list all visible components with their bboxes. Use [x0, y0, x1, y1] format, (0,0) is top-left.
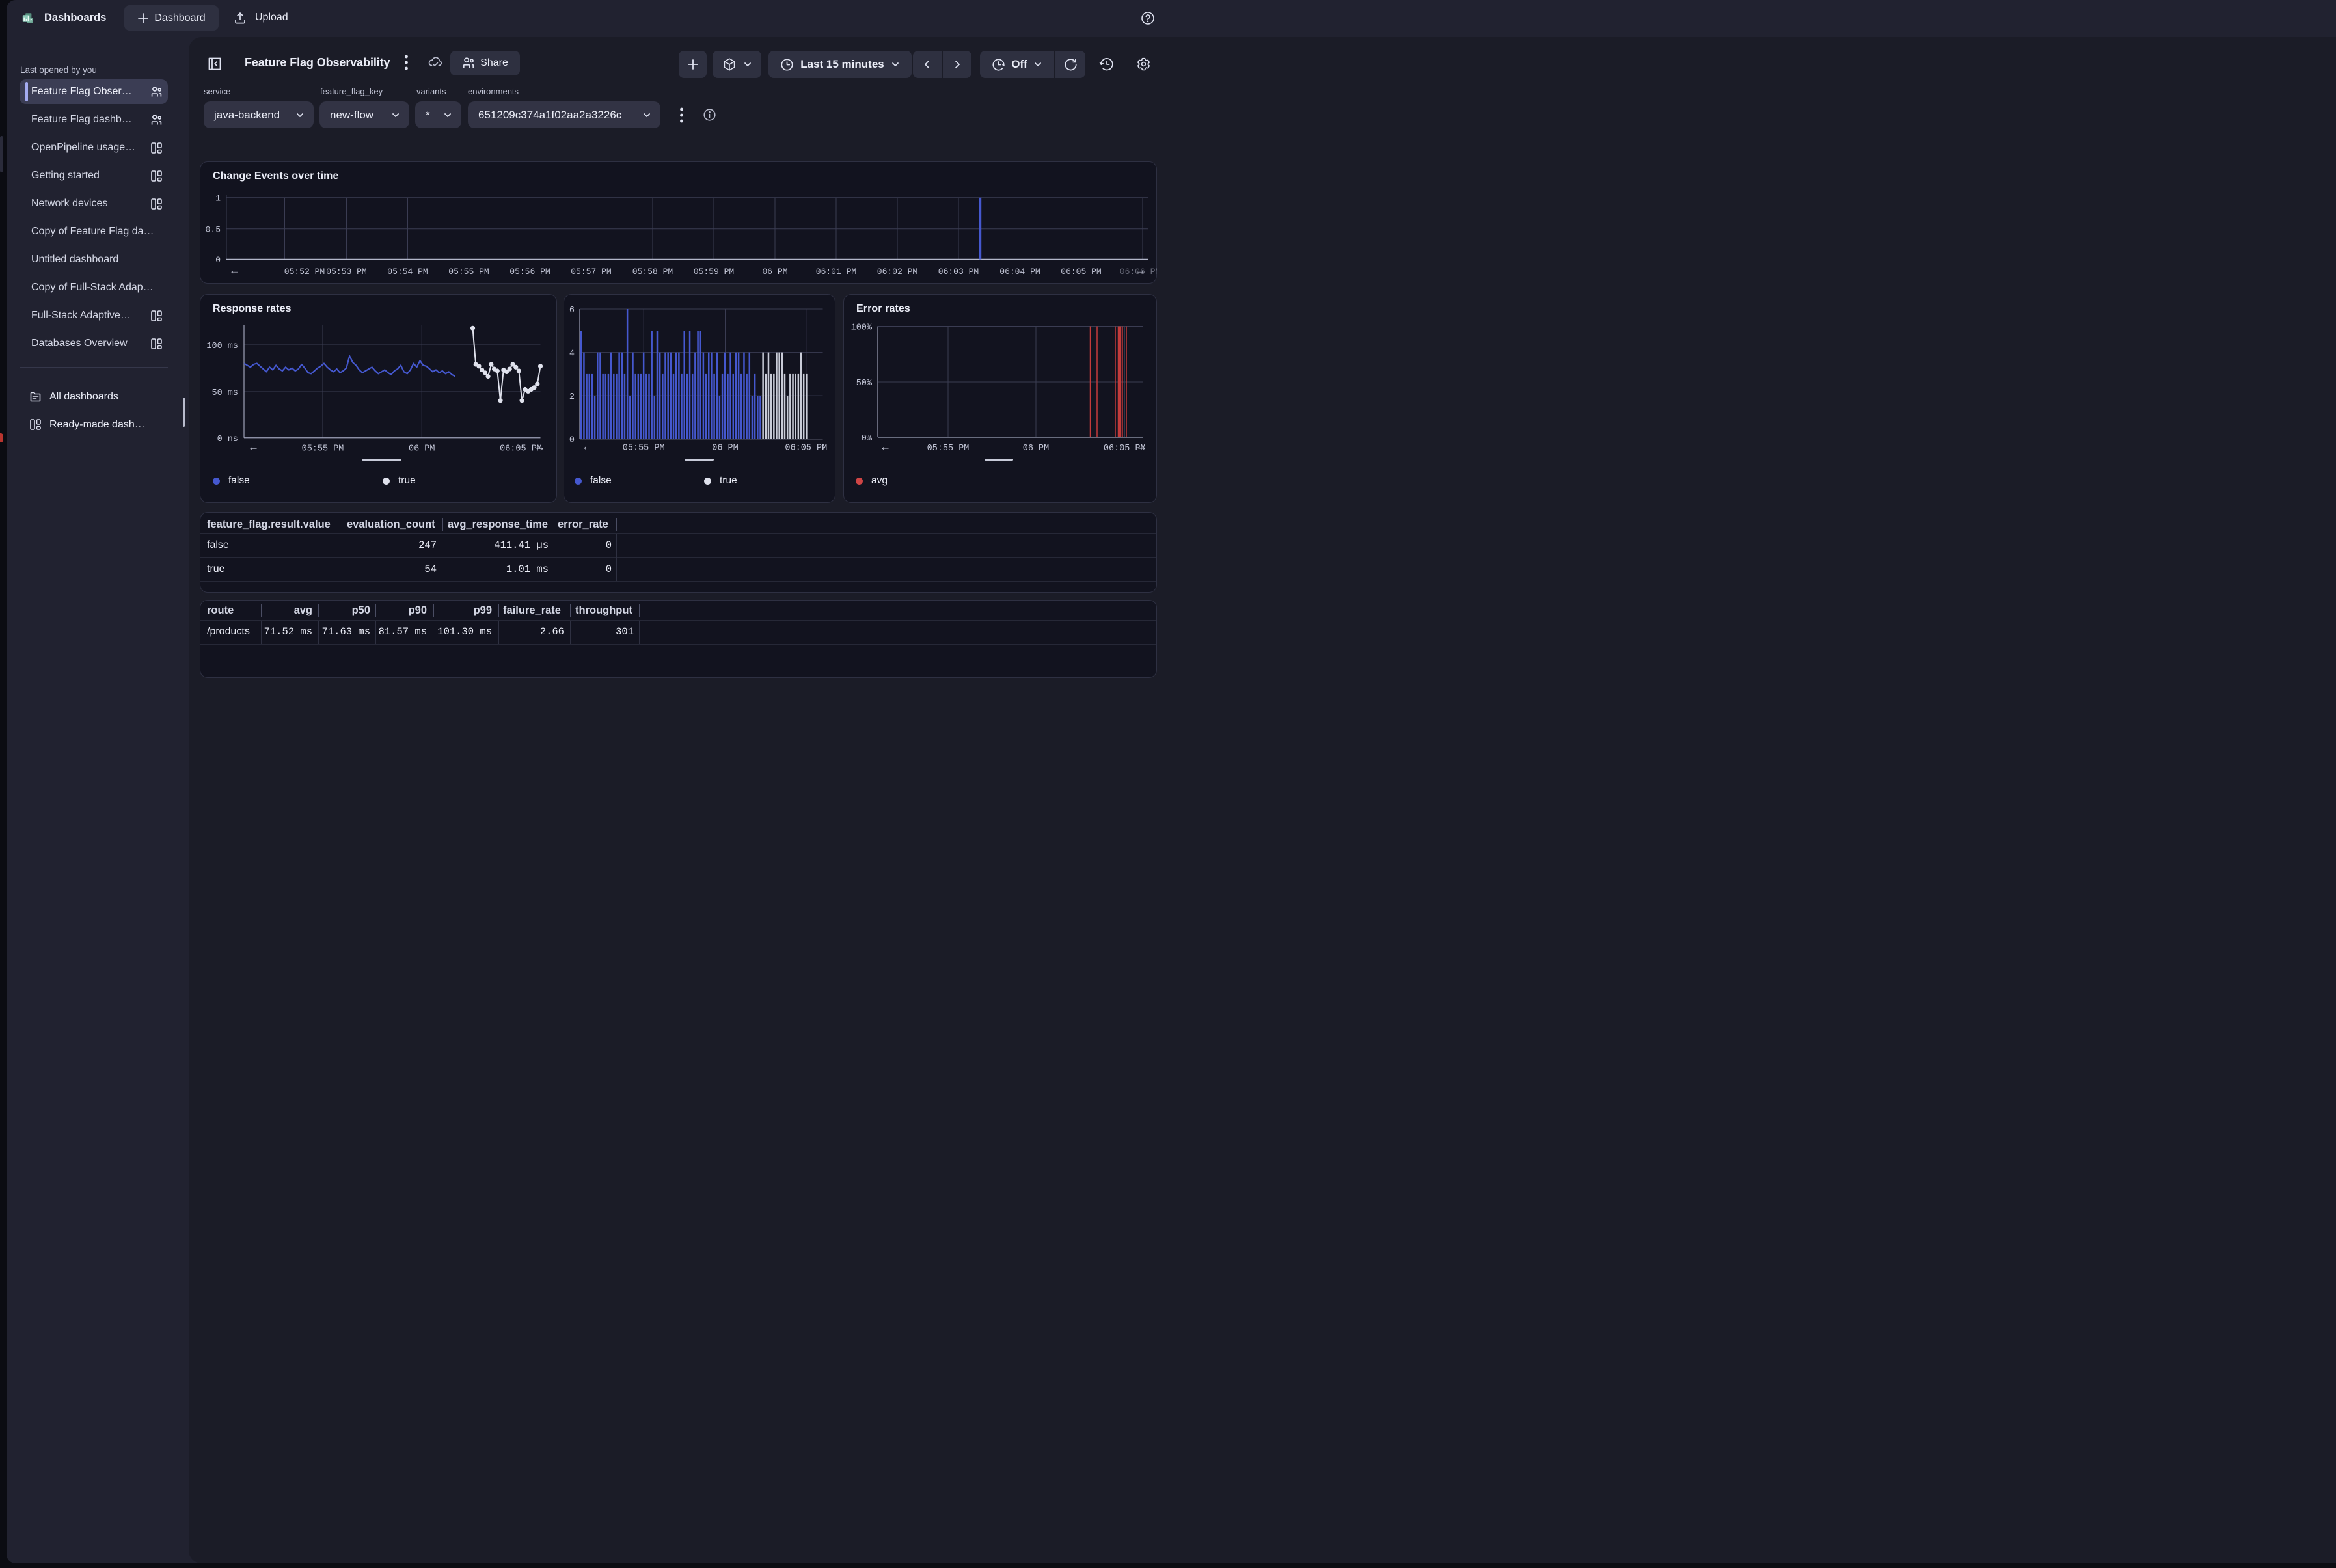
svg-text:←: ←	[229, 264, 240, 277]
svg-text:→: →	[534, 440, 545, 453]
svg-text:06:02 PM: 06:02 PM	[877, 267, 917, 277]
svg-text:100%: 100%	[851, 323, 873, 333]
svg-text:0: 0	[215, 255, 221, 265]
svg-text:←: ←	[248, 440, 259, 453]
svg-text:05:57 PM: 05:57 PM	[571, 267, 611, 277]
svg-text:0 ns: 0 ns	[217, 435, 238, 444]
svg-text:05:53 PM: 05:53 PM	[326, 267, 366, 277]
svg-text:05:55 PM: 05:55 PM	[927, 444, 970, 453]
svg-text:50 ms: 50 ms	[211, 388, 238, 398]
svg-text:4: 4	[569, 349, 575, 359]
svg-text:100 ms: 100 ms	[206, 342, 238, 351]
svg-text:05:58 PM: 05:58 PM	[632, 267, 673, 277]
svg-text:06 PM: 06 PM	[762, 267, 787, 277]
svg-text:←: ←	[880, 440, 891, 453]
svg-text:50%: 50%	[856, 379, 873, 388]
svg-text:05:55 PM: 05:55 PM	[623, 444, 665, 453]
svg-text:→: →	[1136, 440, 1147, 453]
svg-text:06 PM: 06 PM	[409, 444, 435, 453]
svg-text:05:55 PM: 05:55 PM	[302, 444, 344, 453]
svg-text:05:52 PM: 05:52 PM	[284, 267, 325, 277]
svg-text:06 PM: 06 PM	[712, 444, 739, 453]
svg-text:2: 2	[569, 392, 575, 402]
svg-text:1: 1	[215, 193, 221, 203]
svg-text:0.5: 0.5	[206, 224, 221, 234]
svg-text:06 PM: 06 PM	[1023, 444, 1050, 453]
svg-text:05:59 PM: 05:59 PM	[694, 267, 734, 277]
svg-text:→: →	[1135, 264, 1146, 277]
svg-text:05:55 PM: 05:55 PM	[448, 267, 489, 277]
svg-text:06:03 PM: 06:03 PM	[938, 267, 979, 277]
svg-text:←: ←	[582, 440, 593, 453]
svg-text:0%: 0%	[862, 434, 873, 444]
svg-text:06:01 PM: 06:01 PM	[816, 267, 856, 277]
svg-text:06:04 PM: 06:04 PM	[999, 267, 1040, 277]
svg-text:05:56 PM: 05:56 PM	[509, 267, 550, 277]
svg-text:05:54 PM: 05:54 PM	[387, 267, 428, 277]
svg-text:06:05 PM: 06:05 PM	[1061, 267, 1101, 277]
svg-text:0: 0	[569, 436, 575, 446]
svg-text:→: →	[816, 440, 827, 453]
svg-text:6: 6	[569, 306, 575, 316]
